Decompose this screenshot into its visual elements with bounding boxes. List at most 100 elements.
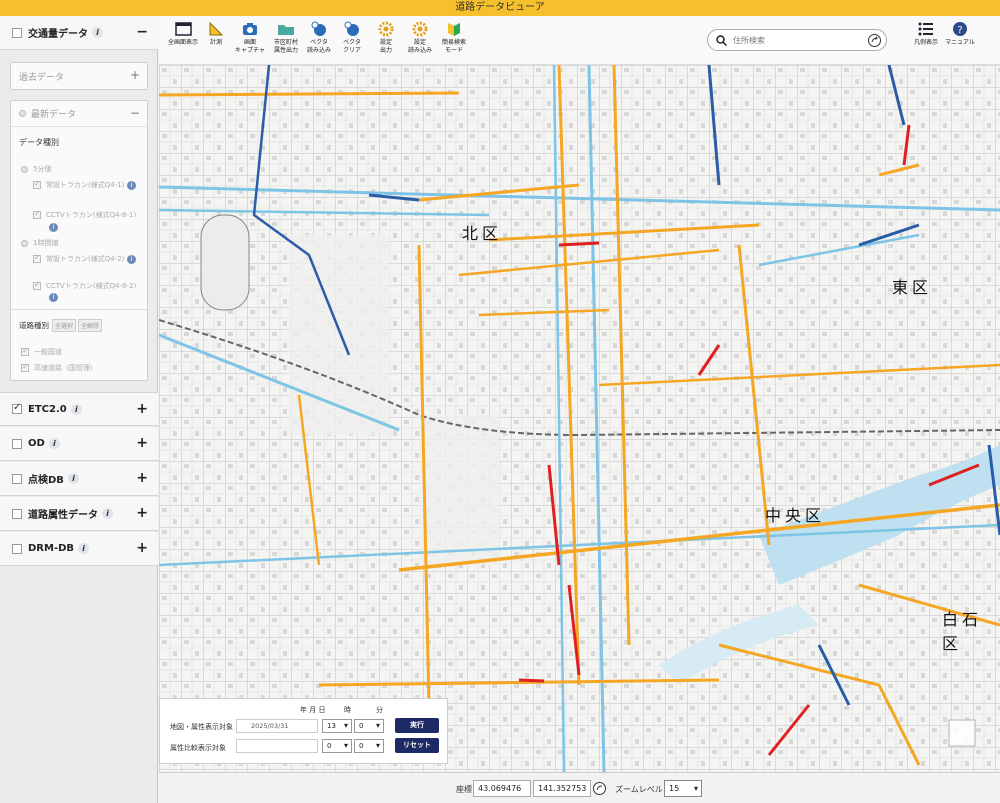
- hourly-opt2-label: CCTVトラカン(様式Q4-8-2): [46, 282, 137, 290]
- ruler-icon: [207, 21, 225, 37]
- drm-checkbox[interactable]: [12, 543, 22, 554]
- etc-section-header[interactable]: ETC2.0 i +: [0, 392, 158, 426]
- road-general-checkbox[interactable]: [21, 346, 29, 356]
- etc-checkbox[interactable]: [12, 402, 22, 414]
- hour-value: 13: [327, 722, 336, 730]
- date-input[interactable]: 2025/03/31: [236, 719, 318, 733]
- data-type-heading: データ種別: [19, 138, 59, 147]
- expand-icon[interactable]: +: [136, 470, 148, 486]
- hourly-opt2-row[interactable]: CCTVトラカン(様式Q4-8-2): [33, 280, 137, 291]
- zoom-select[interactable]: 15 ▾: [664, 780, 702, 797]
- minute-select[interactable]: 0: [354, 719, 384, 733]
- road-general-label: 一般国道: [34, 348, 62, 356]
- map-canvas[interactable]: 北区 東区 中央区 白石区: [159, 65, 1000, 772]
- traffic-section-header[interactable]: 交通量データ i −: [0, 16, 158, 50]
- ward-label-shiroishi: 白石区: [942, 610, 983, 653]
- folder-icon: [277, 21, 295, 37]
- od-section-header[interactable]: OD i +: [0, 427, 158, 461]
- execute-button[interactable]: 実行: [395, 718, 439, 733]
- past-data-label: 過去データ: [19, 72, 65, 83]
- clear-all-button[interactable]: 全解除: [78, 319, 103, 332]
- five-min-label: 5分値: [33, 165, 52, 173]
- info-icon[interactable]: i: [78, 543, 90, 554]
- inspection-checkbox[interactable]: [12, 473, 22, 484]
- chevron-down-icon: ▾: [693, 784, 698, 793]
- past-data-header[interactable]: 過去データ +: [11, 63, 147, 89]
- latitude-field[interactable]: 43.069476: [473, 780, 531, 797]
- info-icon[interactable]: i: [102, 508, 113, 519]
- app-title: 道路データビューア: [455, 2, 545, 13]
- map-roads: [159, 65, 1000, 772]
- road-general-row[interactable]: 一般国道: [21, 346, 62, 357]
- compare-hour-select[interactable]: 0: [322, 739, 352, 753]
- coord-label: 座標: [456, 785, 472, 794]
- expand-icon[interactable]: +: [136, 435, 148, 451]
- hourly-opt2-checkbox[interactable]: [33, 280, 41, 290]
- five-min-radio-row[interactable]: 5分値: [21, 164, 51, 174]
- select-all-button[interactable]: 全選択: [52, 319, 77, 332]
- five-min-radio[interactable]: [21, 165, 28, 173]
- expand-icon[interactable]: +: [136, 540, 148, 556]
- road-attr-section-header[interactable]: 道路属性データ i +: [0, 497, 158, 531]
- latest-data-card: 最新データ − データ種別 5分値 常設トラカン(様式Q4-1) i CCTVト…: [10, 100, 148, 381]
- five-min-opt2-checkbox[interactable]: [33, 209, 41, 219]
- list-icon: [917, 21, 935, 37]
- five-min-opt2-row[interactable]: CCTVトラカン(様式Q4-8-1): [33, 209, 136, 220]
- info-icon[interactable]: i: [92, 27, 103, 38]
- beginner-mode-button[interactable]: 簡易検索 モード: [433, 21, 475, 55]
- longitude-field[interactable]: 141.352753: [533, 780, 591, 797]
- road-expressway-label: 高速道路（国管理）: [34, 364, 97, 372]
- etc-label: ETC2.0: [28, 403, 67, 415]
- hourly-opt1-label: 常設トラカン(様式Q4-2): [46, 255, 125, 263]
- search-input[interactable]: [733, 35, 863, 45]
- expand-icon[interactable]: +: [130, 68, 140, 82]
- fullscreen-icon: [174, 21, 192, 37]
- collapse-icon[interactable]: −: [130, 106, 140, 120]
- app-title-bar: 道路データビューア: [0, 0, 1000, 16]
- compare-date-input[interactable]: [236, 739, 318, 753]
- traffic-checkbox[interactable]: [12, 27, 22, 38]
- hour-heading: 時: [344, 706, 351, 714]
- hourly-radio-row[interactable]: 1時間値: [21, 238, 58, 248]
- road-attr-checkbox[interactable]: [12, 508, 22, 519]
- info-icon[interactable]: i: [49, 293, 58, 302]
- road-expressway-checkbox[interactable]: [21, 362, 29, 372]
- compare-minute-select[interactable]: 0: [354, 739, 384, 753]
- address-search-box[interactable]: [707, 29, 887, 51]
- expand-icon[interactable]: +: [136, 505, 148, 521]
- inspection-section-header[interactable]: 点検DB i +: [0, 462, 158, 496]
- info-icon[interactable]: i: [49, 223, 58, 232]
- hourly-opt1-checkbox[interactable]: [33, 253, 41, 263]
- gear-icon: [411, 21, 429, 37]
- road-type-row: 道路種別 全選択 全解除: [19, 319, 103, 332]
- info-icon[interactable]: i: [127, 255, 136, 264]
- latest-radio[interactable]: [19, 110, 26, 117]
- hourly-opt1-row[interactable]: 常設トラカン(様式Q4-2): [33, 253, 125, 264]
- collapse-icon[interactable]: −: [136, 24, 148, 40]
- ward-label-kita: 北区: [462, 224, 503, 243]
- vector-clear-icon: [343, 21, 361, 37]
- hourly-radio[interactable]: [21, 239, 28, 247]
- info-icon[interactable]: i: [48, 438, 60, 449]
- road-type-heading: 道路種別: [19, 321, 49, 330]
- manual-button[interactable]: ? マニュアル: [939, 21, 981, 47]
- five-min-opt1-checkbox[interactable]: [33, 179, 41, 189]
- compare-hour-value: 0: [327, 742, 332, 750]
- hour-select[interactable]: 13: [322, 719, 352, 733]
- five-min-opt1-row[interactable]: 常設トラカン(様式Q4-1): [33, 179, 124, 190]
- camera-icon: [241, 21, 259, 37]
- road-expressway-row[interactable]: 高速道路（国管理）: [21, 362, 97, 373]
- search-go-icon[interactable]: [868, 34, 881, 47]
- od-checkbox[interactable]: [12, 438, 22, 449]
- info-icon[interactable]: i: [70, 403, 82, 415]
- drm-section-header[interactable]: DRM-DB i +: [0, 532, 158, 566]
- coord-go-icon[interactable]: [593, 782, 606, 795]
- traffic-label: 交通量データ: [28, 29, 88, 40]
- expand-icon[interactable]: +: [136, 401, 148, 417]
- latest-data-header[interactable]: 最新データ −: [11, 101, 147, 127]
- past-data-card[interactable]: 過去データ +: [10, 62, 148, 90]
- ward-label-higashi: 東区: [892, 278, 933, 297]
- info-icon[interactable]: i: [127, 181, 136, 190]
- info-icon[interactable]: i: [67, 473, 79, 484]
- reset-button[interactable]: リセット: [395, 738, 439, 753]
